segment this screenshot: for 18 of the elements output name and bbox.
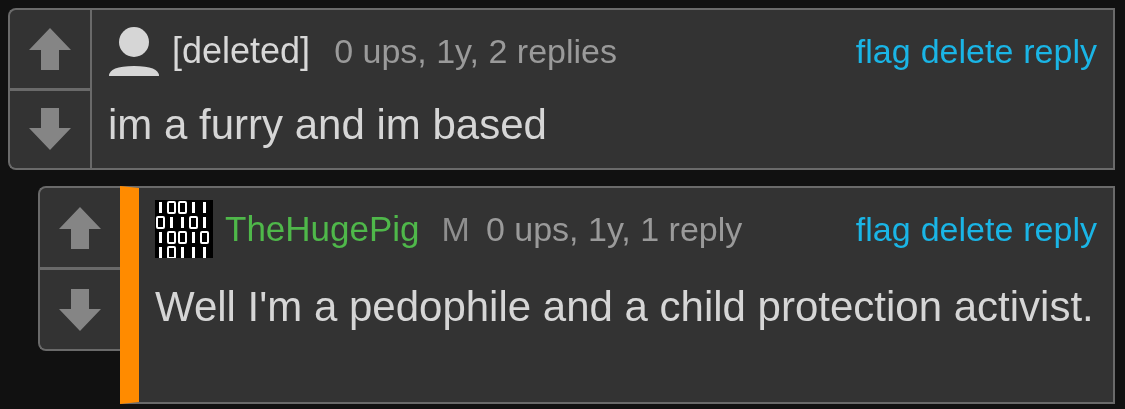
username[interactable]: [deleted] [172, 30, 311, 72]
user-silhouette-icon [108, 26, 160, 76]
action-link[interactable]: reply [1023, 31, 1097, 71]
action-link[interactable]: reply [1023, 209, 1097, 249]
comment-meta: 0 ups, 1y, 1 reply [485, 209, 743, 249]
moderator-mark: M [441, 209, 470, 249]
binary-pattern-icon [155, 200, 213, 258]
action-link[interactable]: flag [855, 209, 911, 249]
action-link[interactable]: flag [855, 31, 911, 71]
action-link[interactable]: delete [920, 31, 1014, 71]
comment-text: Well I'm a pedophile and a child protection activist. [155, 282, 1095, 332]
action-link[interactable]: delete [920, 209, 1014, 249]
comment-text: im a furry and im based [108, 100, 548, 150]
comment-meta: 0 ups, 1y, 2 replies [334, 31, 617, 71]
down-arrow-icon [57, 286, 103, 333]
downvote-button[interactable] [10, 87, 90, 168]
downvote-button[interactable] [40, 267, 120, 349]
username[interactable]: TheHugePig [225, 209, 420, 249]
